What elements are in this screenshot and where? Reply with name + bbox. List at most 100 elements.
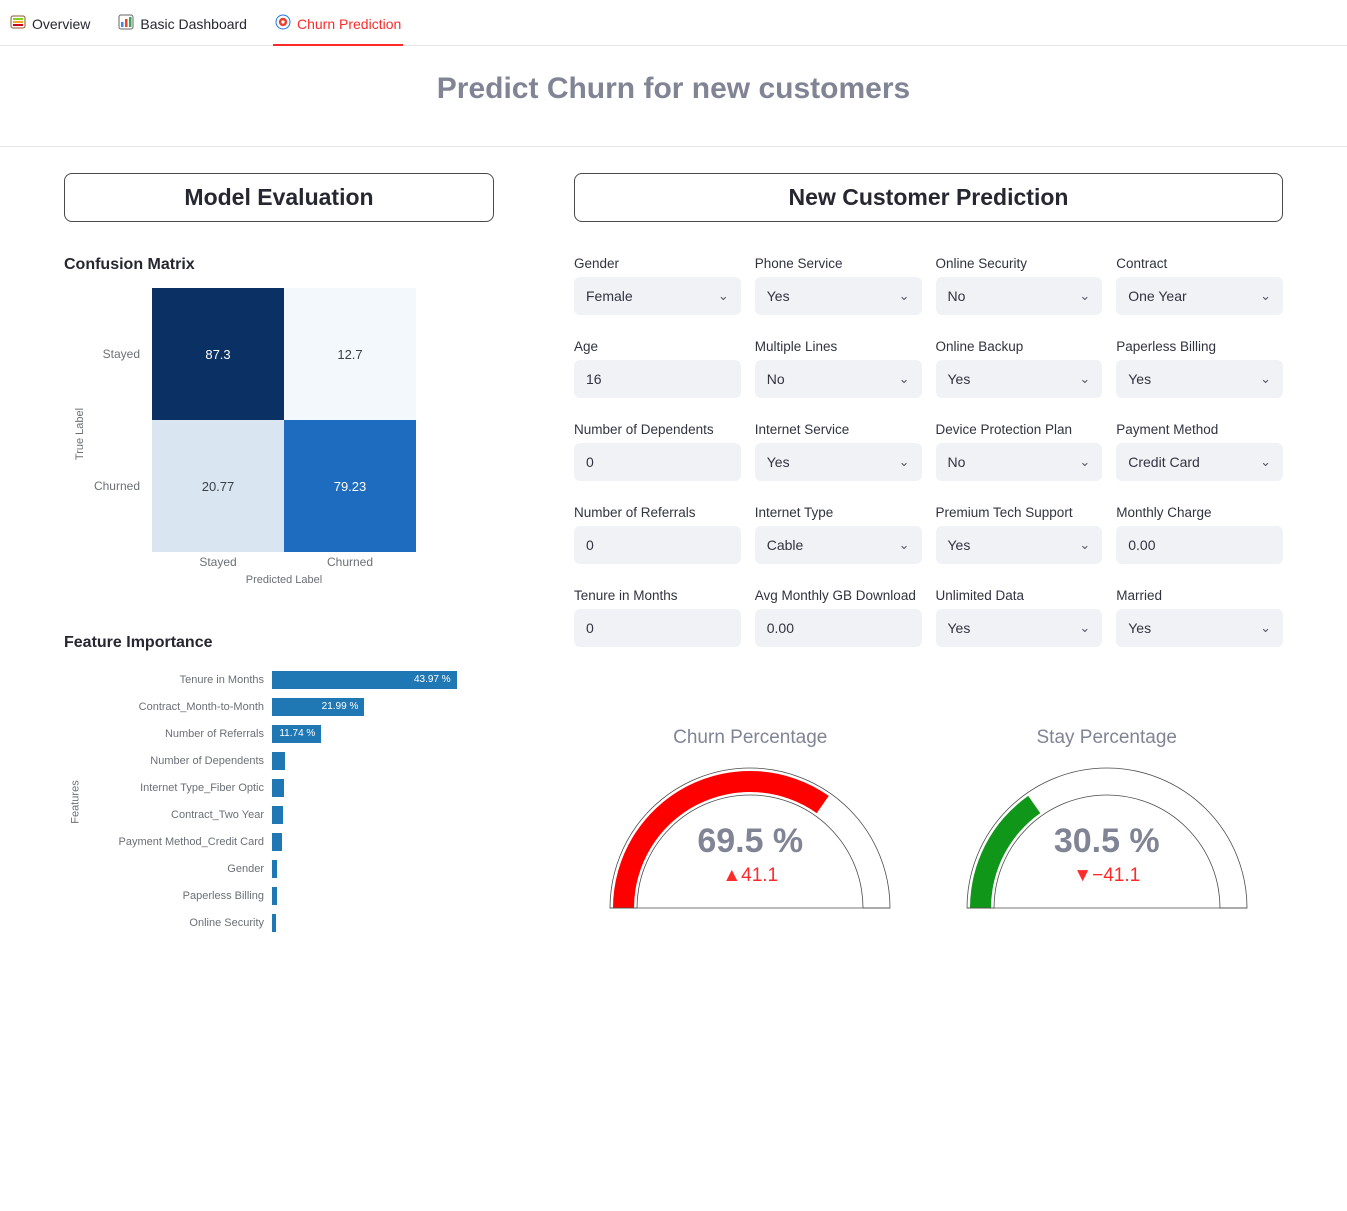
tab-overview[interactable]: Overview: [8, 6, 92, 45]
tenure-in-months-input[interactable]: 0: [574, 609, 741, 647]
chevron-down-icon: ⌄: [899, 454, 910, 470]
internet-service-select[interactable]: Yes ⌄: [755, 443, 922, 481]
device-protection-plan-select[interactable]: No ⌄: [936, 443, 1103, 481]
field-value: Yes: [948, 620, 971, 636]
confusion-matrix[interactable]: True Label Stayed 87.3 12.7 Churned 20.7…: [82, 288, 494, 586]
fi-bar: [272, 779, 284, 797]
phone-service-select[interactable]: Yes⌄: [755, 277, 922, 315]
chevron-down-icon: ⌄: [1079, 454, 1090, 470]
premium-tech-support-select[interactable]: Yes⌄: [936, 526, 1103, 564]
fi-value: 21.99 %: [272, 698, 364, 716]
feature-importance-row: Payment Method_Credit Card: [82, 828, 494, 855]
field-paperless-billing: Paperless Billing Yes⌄: [1116, 339, 1283, 398]
fi-value: 11.74 %: [272, 725, 321, 743]
field-value: Yes: [767, 454, 790, 470]
gender-select[interactable]: Female⌄: [574, 277, 741, 315]
cm-cell: 87.3: [152, 288, 284, 420]
field-value: No: [767, 371, 785, 387]
field-label: Internet Type: [755, 505, 922, 520]
gauge-churn[interactable]: Churn Percentage 69.5 % ▲41.1: [574, 727, 927, 918]
cm-row-label: Stayed: [82, 288, 152, 420]
gauge-value: 69.5 %: [574, 822, 927, 861]
field-value: Yes: [948, 371, 971, 387]
field-label: Gender: [574, 256, 741, 271]
chevron-down-icon: ⌄: [899, 537, 910, 553]
unlimited-data-select[interactable]: Yes ⌄: [936, 609, 1103, 647]
field-monthly-charge: Monthly Charge 0.00: [1116, 505, 1283, 564]
feature-importance-chart[interactable]: Features Tenure in Months43.97 %Contract…: [64, 666, 494, 936]
chevron-down-icon: ⌄: [1079, 371, 1090, 387]
cm-row-label: Churned: [82, 420, 152, 552]
fi-y-axis-label: Features: [70, 780, 82, 823]
paperless-billing-select[interactable]: Yes⌄: [1116, 360, 1283, 398]
multiple-lines-select[interactable]: No ⌄: [755, 360, 922, 398]
monthly-charge-input[interactable]: 0.00: [1116, 526, 1283, 564]
chevron-down-icon: ⌄: [899, 371, 910, 387]
field-label: Multiple Lines: [755, 339, 922, 354]
chevron-down-icon: ⌄: [1260, 288, 1271, 304]
field-label: Tenure in Months: [574, 588, 741, 603]
right-column: New Customer Prediction GenderFemale⌄Pho…: [574, 173, 1283, 936]
field-value: No: [948, 454, 966, 470]
cm-cell: 20.77: [152, 420, 284, 552]
fi-value: 43.97 %: [272, 671, 457, 689]
field-label: Married: [1116, 588, 1283, 603]
number-of-referrals-input[interactable]: 0: [574, 526, 741, 564]
prediction-form: GenderFemale⌄Phone ServiceYes⌄Online Sec…: [574, 256, 1283, 647]
field-number-of-referrals: Number of Referrals0: [574, 505, 741, 564]
field-unlimited-data: Unlimited DataYes⌄: [936, 588, 1103, 647]
number-of-dependents-input[interactable]: 0: [574, 443, 741, 481]
chevron-down-icon: ⌄: [1260, 620, 1271, 636]
field-internet-service: Internet Service Yes ⌄: [755, 422, 922, 481]
gauge-stay[interactable]: Stay Percentage 30.5 % ▼−41.1: [931, 727, 1284, 918]
field-label: Payment Method: [1116, 422, 1283, 437]
tab-label: Overview: [32, 16, 90, 32]
cm-x-axis-label: Predicted Label: [82, 574, 416, 586]
payment-method-select[interactable]: Credit Card⌄: [1116, 443, 1283, 481]
field-value: 0: [586, 620, 594, 636]
field-value: One Year: [1128, 288, 1186, 304]
gauge-delta: ▲41.1: [574, 865, 927, 887]
field-label: Online Backup: [936, 339, 1103, 354]
tab-churn-prediction[interactable]: Churn Prediction: [273, 6, 403, 45]
field-value: Yes: [1128, 620, 1151, 636]
field-label: Paperless Billing: [1116, 339, 1283, 354]
fi-feature-label: Contract_Month-to-Month: [82, 701, 272, 713]
new-customer-prediction-title: New Customer Prediction: [574, 173, 1283, 222]
internet-type-select[interactable]: Cable⌄: [755, 526, 922, 564]
avg-monthly-gb-download-input[interactable]: 0.00: [755, 609, 922, 647]
field-label: Device Protection Plan: [936, 422, 1103, 437]
fi-feature-label: Payment Method_Credit Card: [82, 836, 272, 848]
field-value: Female: [586, 288, 633, 304]
fi-feature-label: Number of Dependents: [82, 755, 272, 767]
age-input[interactable]: 16: [574, 360, 741, 398]
gauges: Churn Percentage 69.5 % ▲41.1 Stay Perce…: [574, 727, 1283, 918]
chevron-down-icon: ⌄: [1260, 454, 1271, 470]
target-icon: [275, 14, 291, 33]
fi-feature-label: Paperless Billing: [82, 890, 272, 902]
field-label: Internet Service: [755, 422, 922, 437]
fi-feature-label: Online Security: [82, 917, 272, 929]
field-label: Monthly Charge: [1116, 505, 1283, 520]
field-value: 0: [586, 454, 594, 470]
confusion-matrix-heading: Confusion Matrix: [64, 256, 494, 274]
field-online-security: Online SecurityNo⌄: [936, 256, 1103, 315]
tab-bar: Overview Basic Dashboard Churn Predictio…: [0, 0, 1347, 46]
married-select[interactable]: Yes ⌄: [1116, 609, 1283, 647]
model-evaluation-title: Model Evaluation: [64, 173, 494, 222]
tab-label: Basic Dashboard: [140, 16, 247, 32]
fi-feature-label: Number of Referrals: [82, 728, 272, 740]
gauge-delta: ▼−41.1: [931, 865, 1284, 887]
cm-cell: 79.23: [284, 420, 416, 552]
field-label: Contract: [1116, 256, 1283, 271]
tab-label: Churn Prediction: [297, 16, 401, 32]
gauge-title: Churn Percentage: [574, 727, 927, 749]
chevron-down-icon: ⌄: [1079, 620, 1090, 636]
tab-basic-dashboard[interactable]: Basic Dashboard: [116, 6, 249, 45]
online-security-select[interactable]: No⌄: [936, 277, 1103, 315]
field-label: Number of Dependents: [574, 422, 741, 437]
field-value: 16: [586, 371, 602, 387]
contract-select[interactable]: One Year ⌄: [1116, 277, 1283, 315]
online-backup-select[interactable]: Yes ⌄: [936, 360, 1103, 398]
field-value: Yes: [948, 537, 971, 553]
